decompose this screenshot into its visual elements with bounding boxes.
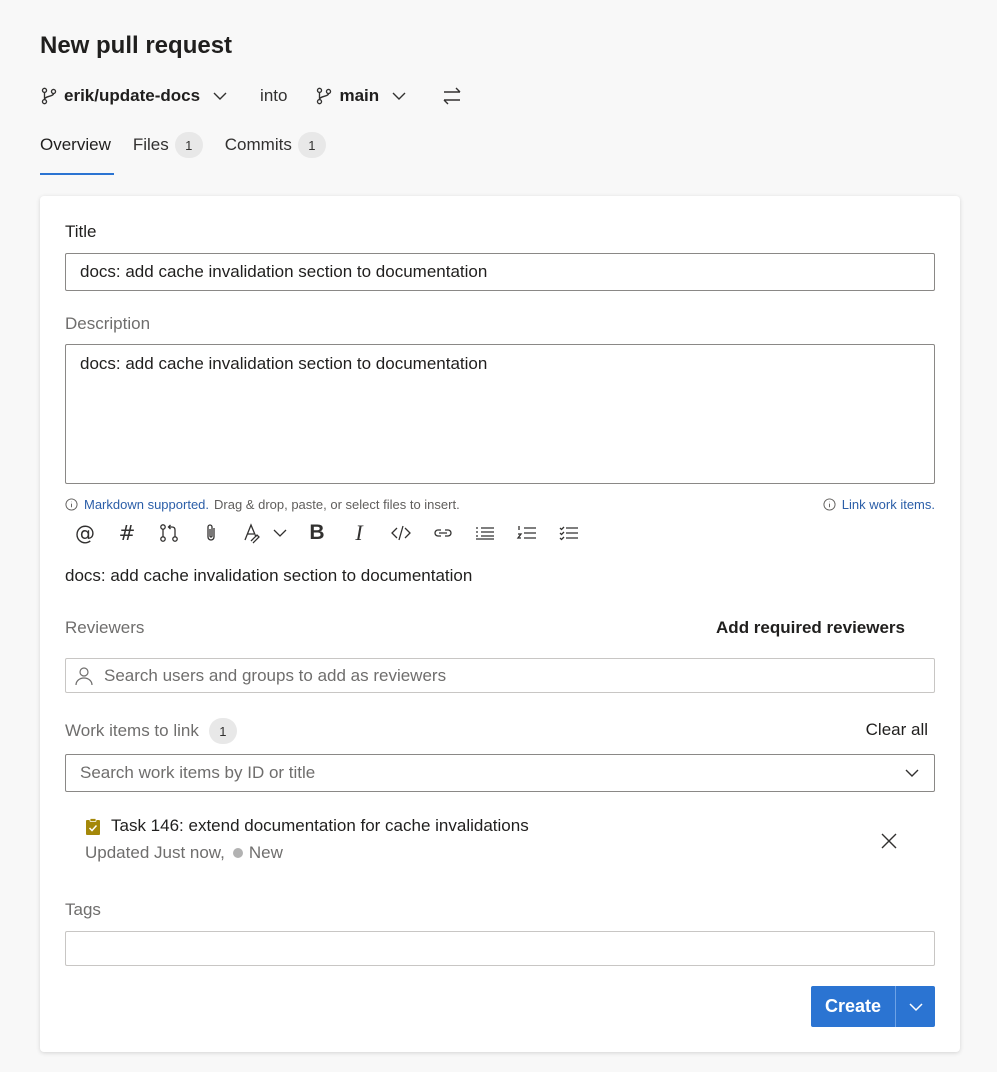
add-required-reviewers-button[interactable]: Add required reviewers: [716, 618, 905, 638]
active-tab-indicator: [40, 173, 114, 175]
bulleted-list-button[interactable]: [474, 522, 496, 544]
branch-selector-row: erik/update-docs into main: [40, 82, 463, 110]
pull-request-icon: [160, 524, 178, 542]
checklist-button[interactable]: [558, 522, 580, 544]
italic-button[interactable]: I: [348, 520, 370, 545]
target-branch-label: main: [339, 86, 380, 105]
work-item-title[interactable]: Task 146: extend documentation for cache…: [111, 816, 529, 836]
markdown-hint-text: Drag & drop, paste, or select files to i…: [214, 496, 460, 512]
work-item-state-dot: [232, 848, 243, 858]
numbered-list-button[interactable]: [516, 522, 538, 544]
bold-button[interactable]: B: [306, 521, 328, 544]
description-hint-row: Markdown supported. Drag & drop, paste, …: [65, 494, 935, 514]
chevron-down-icon: [908, 1002, 923, 1011]
reviewers-label: Reviewers: [65, 618, 145, 637]
bulleted-list-icon: [476, 527, 494, 540]
chevron-down-icon: [392, 92, 406, 100]
tab-commits-label: Commits: [224, 135, 292, 154]
markdown-supported-link[interactable]: Markdown supported.: [84, 497, 209, 512]
source-branch-dropdown[interactable]: erik/update-docs: [40, 86, 228, 106]
tab-overview[interactable]: Overview: [40, 130, 111, 160]
work-items-label: Work items to link 1: [65, 718, 237, 744]
paperclip-icon: [207, 524, 215, 541]
description-textarea[interactable]: docs: add cache invalidation section to …: [65, 344, 935, 484]
chevron-down-icon: [905, 769, 919, 777]
work-items-label-text: Work items to link: [65, 721, 199, 740]
tab-files-count-badge: 1: [174, 132, 203, 158]
link-icon: [434, 529, 452, 537]
create-button-group: Create: [811, 986, 935, 1027]
into-label: into: [260, 86, 288, 105]
work-items-search-placeholder: Search work items by ID or title: [80, 763, 316, 782]
attach-file-button[interactable]: [200, 522, 222, 544]
info-icon: [65, 497, 78, 511]
work-item-meta: Updated Just now, New: [85, 843, 283, 863]
chevron-down-icon: [213, 92, 227, 100]
branch-icon: [317, 87, 332, 105]
highlight-format-icon: [244, 523, 287, 544]
tab-bar: Overview Files 1 Commits 1: [40, 130, 348, 176]
create-options-dropdown[interactable]: [895, 986, 935, 1027]
insert-link-button[interactable]: [432, 522, 454, 544]
link-work-items-link[interactable]: Link work items.: [842, 497, 935, 512]
tab-files[interactable]: Files 1: [133, 130, 203, 160]
title-input[interactable]: docs: add cache invalidation section to …: [65, 253, 935, 291]
info-icon: [823, 497, 836, 511]
tab-commits[interactable]: Commits 1: [225, 130, 326, 160]
pull-request-form-card: Title docs: add cache invalidation secti…: [40, 196, 960, 1052]
reviewers-search-input[interactable]: Search users and groups to add as review…: [65, 658, 935, 693]
pull-request-mention-button[interactable]: [158, 522, 180, 544]
clear-all-button[interactable]: Clear all: [866, 720, 928, 740]
description-label: Description: [65, 314, 151, 333]
code-icon: [391, 525, 411, 541]
work-item-updated: Updated Just now,: [85, 843, 225, 862]
work-item-row: Task 146: extend documentation for cache…: [85, 816, 915, 866]
branch-icon: [41, 87, 57, 105]
description-preview: docs: add cache invalidation section to …: [65, 566, 473, 585]
work-item-state: New: [248, 843, 283, 862]
tags-input[interactable]: [65, 931, 935, 966]
task-icon: [86, 818, 100, 835]
hashtag-button[interactable]: #: [116, 521, 138, 545]
title-label: Title: [65, 222, 97, 241]
tab-commits-count-badge: 1: [297, 132, 326, 158]
code-button[interactable]: [390, 522, 412, 544]
reviewers-search-placeholder: Search users and groups to add as review…: [104, 665, 447, 685]
markdown-toolbar: @ # B I: [74, 520, 600, 546]
tab-overview-label: Overview: [40, 135, 111, 154]
mention-button[interactable]: @: [74, 521, 96, 545]
work-items-search-dropdown[interactable]: Search work items by ID or title: [65, 754, 935, 792]
page-title: New pull request: [40, 32, 233, 59]
numbered-list-icon: [516, 526, 536, 539]
tab-files-label: Files: [132, 135, 169, 154]
target-branch-dropdown[interactable]: main: [315, 86, 407, 106]
text-format-dropdown[interactable]: [242, 522, 288, 544]
tags-label: Tags: [65, 900, 101, 919]
work-items-count-badge: 1: [208, 718, 237, 744]
checklist-icon: [559, 526, 578, 541]
person-icon: [75, 666, 93, 685]
close-icon[interactable]: [879, 831, 899, 851]
swap-branches-icon[interactable]: [441, 85, 463, 107]
create-button[interactable]: Create: [811, 986, 895, 1027]
source-branch-label: erik/update-docs: [64, 86, 201, 105]
